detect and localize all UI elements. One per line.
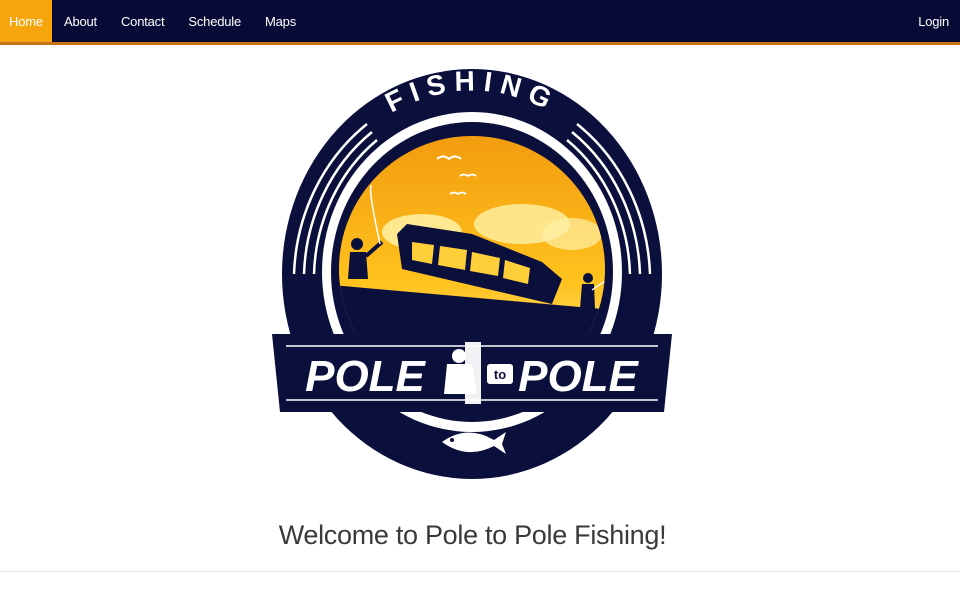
nav-contact[interactable]: Contact bbox=[109, 0, 176, 42]
page-divider bbox=[0, 571, 960, 572]
pole-to-pole-logo: FISHING POLE POLE to bbox=[272, 65, 672, 479]
nav-maps[interactable]: Maps bbox=[253, 0, 308, 42]
nav-login[interactable]: Login bbox=[918, 0, 960, 42]
logo-left-word: POLE bbox=[305, 352, 426, 401]
nav-about[interactable]: About bbox=[52, 0, 109, 42]
top-navbar: Home About Contact Schedule Maps Login bbox=[0, 0, 960, 45]
nav-home[interactable]: Home bbox=[0, 0, 52, 42]
logo-right-word: POLE bbox=[518, 352, 639, 401]
nav-schedule[interactable]: Schedule bbox=[176, 0, 253, 42]
welcome-heading: Welcome to Pole to Pole Fishing! bbox=[278, 520, 667, 550]
logo-middle-word: to bbox=[494, 367, 506, 382]
